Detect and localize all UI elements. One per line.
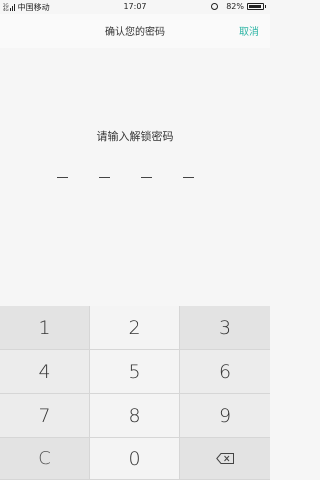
key-3[interactable]: 3	[180, 306, 270, 350]
battery-percent: 82%	[226, 2, 244, 11]
key-9[interactable]: 9	[180, 394, 270, 438]
title-bar: 确认您的密码 取消	[0, 14, 270, 48]
battery-icon	[247, 3, 266, 10]
key-6[interactable]: 6	[180, 350, 270, 394]
key-5[interactable]: 5	[90, 350, 180, 394]
status-right: 82%	[211, 2, 266, 11]
key-1[interactable]: 1	[0, 306, 90, 350]
alarm-icon	[211, 3, 219, 10]
passcode-slot	[99, 177, 110, 178]
cancel-button[interactable]: 取消	[239, 23, 259, 38]
backspace-icon	[216, 453, 234, 464]
lock-password-screen: 2G 4G 中国移动 17:07 82% 确认您的密码 取消 请输入解锁密码 1 …	[0, 0, 270, 480]
numeric-keypad: 1 2 3 4 5 6 7 8 9 C 0	[0, 306, 270, 480]
unlock-prompt: 请输入解锁密码	[96, 130, 174, 143]
passcode-indicator	[57, 177, 225, 178]
passcode-slot	[183, 177, 194, 178]
key-8[interactable]: 8	[90, 394, 180, 438]
key-2[interactable]: 2	[90, 306, 180, 350]
page-title: 确认您的密码	[105, 27, 165, 38]
key-0[interactable]: 0	[90, 438, 180, 480]
backspace-key[interactable]	[180, 438, 270, 480]
status-bar: 2G 4G 中国移动 17:07 82%	[0, 0, 270, 14]
clear-key[interactable]: C	[0, 438, 90, 480]
passcode-slot	[57, 177, 68, 178]
passcode-slot	[141, 177, 152, 178]
key-4[interactable]: 4	[0, 350, 90, 394]
key-7[interactable]: 7	[0, 394, 90, 438]
